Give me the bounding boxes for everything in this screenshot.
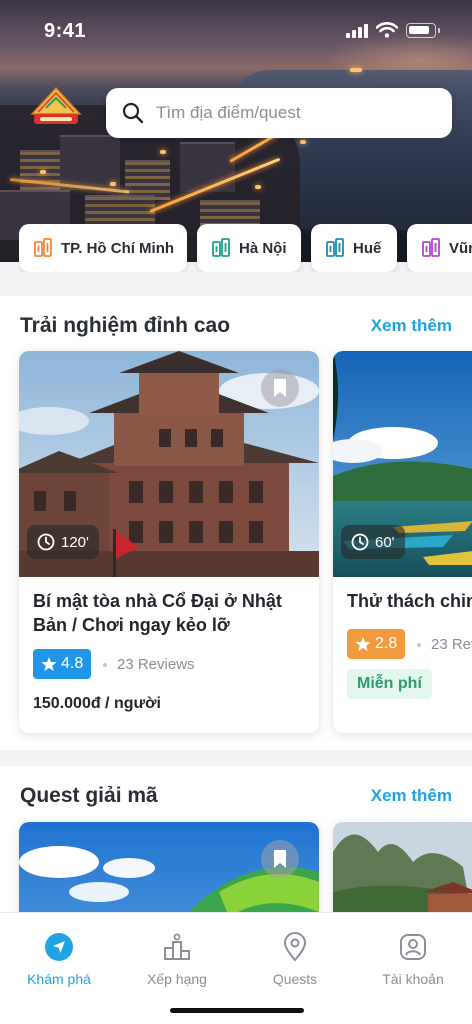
city-building-icon [212,238,230,257]
hero-light [160,150,166,154]
review-count: 23 Reviews [417,636,472,653]
city-building-icon [422,238,440,257]
location-pin-icon [279,931,311,963]
duration-badge: 120' [27,525,99,559]
card-price: 150.000đ / người [33,695,161,712]
star-icon [355,637,371,651]
city-chip-label: Huế [353,239,382,257]
rating-value: 2.8 [375,635,398,652]
status-time: 9:41 [44,20,87,42]
bookmark-button[interactable] [261,369,299,407]
account-icon [397,931,429,963]
card-image [19,822,319,912]
tab-quests[interactable]: Quests [236,931,354,987]
city-chip-label: Vũng Tàu [449,239,472,257]
card-image: 60' [333,351,472,577]
search-icon [122,102,144,124]
quest-card[interactable] [19,822,319,912]
tab-label: Khám phá [27,971,91,987]
city-chip-hue[interactable]: Huế [311,224,397,272]
clock-icon [37,533,55,551]
duration-badge: 60' [341,525,405,559]
city-chip-vung-tau[interactable]: Vũng Tàu [407,224,472,272]
city-chips: TP. Hồ Chí Minh Hà Nội Huế Vũng Tàu [19,224,472,272]
rating-badge: 2.8 [347,629,406,659]
tab-ranking[interactable]: Xếp hạng [118,931,236,987]
quest-card[interactable] [333,822,472,912]
bookmark-button[interactable] [261,840,299,878]
compass-icon [43,931,75,963]
tab-account[interactable]: Tài khoản [354,931,472,987]
app-logo[interactable] [28,86,84,134]
status-bar: 9:41 [0,0,472,62]
experience-card[interactable]: 120' Bí mật tòa nhà Cổ Đại ở Nhật Bản / … [19,351,319,733]
section-title: Trải nghiệm đỉnh cao [20,314,231,337]
hero-building [125,160,170,200]
see-more-link[interactable]: Xem thêm [371,316,452,336]
hero-light [350,68,362,72]
search-input[interactable] [156,103,416,123]
city-building-icon [326,238,344,257]
duration-text: 60' [375,533,395,551]
star-icon [41,657,57,671]
clock-icon [351,533,369,551]
podium-icon [161,931,193,963]
rating-value: 4.8 [61,655,84,672]
tab-explore[interactable]: Khám phá [0,931,118,987]
search-bar[interactable] [106,88,452,138]
hero-building [85,195,155,225]
signal-icon [346,24,370,38]
review-count: 23 Reviews [103,656,195,673]
city-chip-label: Hà Nội [239,239,287,257]
home-indicator [170,1008,304,1013]
bookmark-icon [274,850,286,868]
experience-card[interactable]: 60' Thử thách chinh phục 2.8 23 Reviews … [333,351,472,733]
section-top-experiences: Trải nghiệm đỉnh cao Xem thêm 120' Bí mậ… [0,296,472,750]
card-image [333,822,472,912]
hero-light [255,185,261,189]
card-image: 120' [19,351,319,577]
duration-text: 120' [61,533,89,551]
hero-light [110,182,116,186]
card-title: Bí mật tòa nhà Cổ Đại ở Nhật Bản / Chơi … [33,591,282,635]
hero-light [300,140,306,144]
section-title: Quest giải mã [20,784,158,807]
hero-light [40,170,46,174]
free-price-badge: Miễn phí [347,669,432,699]
tab-label: Tài khoản [382,971,444,987]
tab-label: Quests [272,971,318,987]
wifi-icon [375,22,399,38]
tab-label: Xếp hạng [147,971,207,987]
city-chip-ha-noi[interactable]: Hà Nội [197,224,301,272]
rating-badge: 4.8 [33,649,92,679]
bookmark-icon [274,379,286,397]
city-chip-label: TP. Hồ Chí Minh [61,239,175,257]
city-building-icon [34,238,52,257]
hero-building [180,142,235,192]
see-more-link[interactable]: Xem thêm [371,786,452,806]
section-puzzle-quests: Quest giải mã Xem thêm [0,766,472,912]
card-title: Thử thách chinh phục [347,591,472,611]
city-chip-ho-chi-minh[interactable]: TP. Hồ Chí Minh [19,224,187,272]
battery-icon [406,23,440,38]
